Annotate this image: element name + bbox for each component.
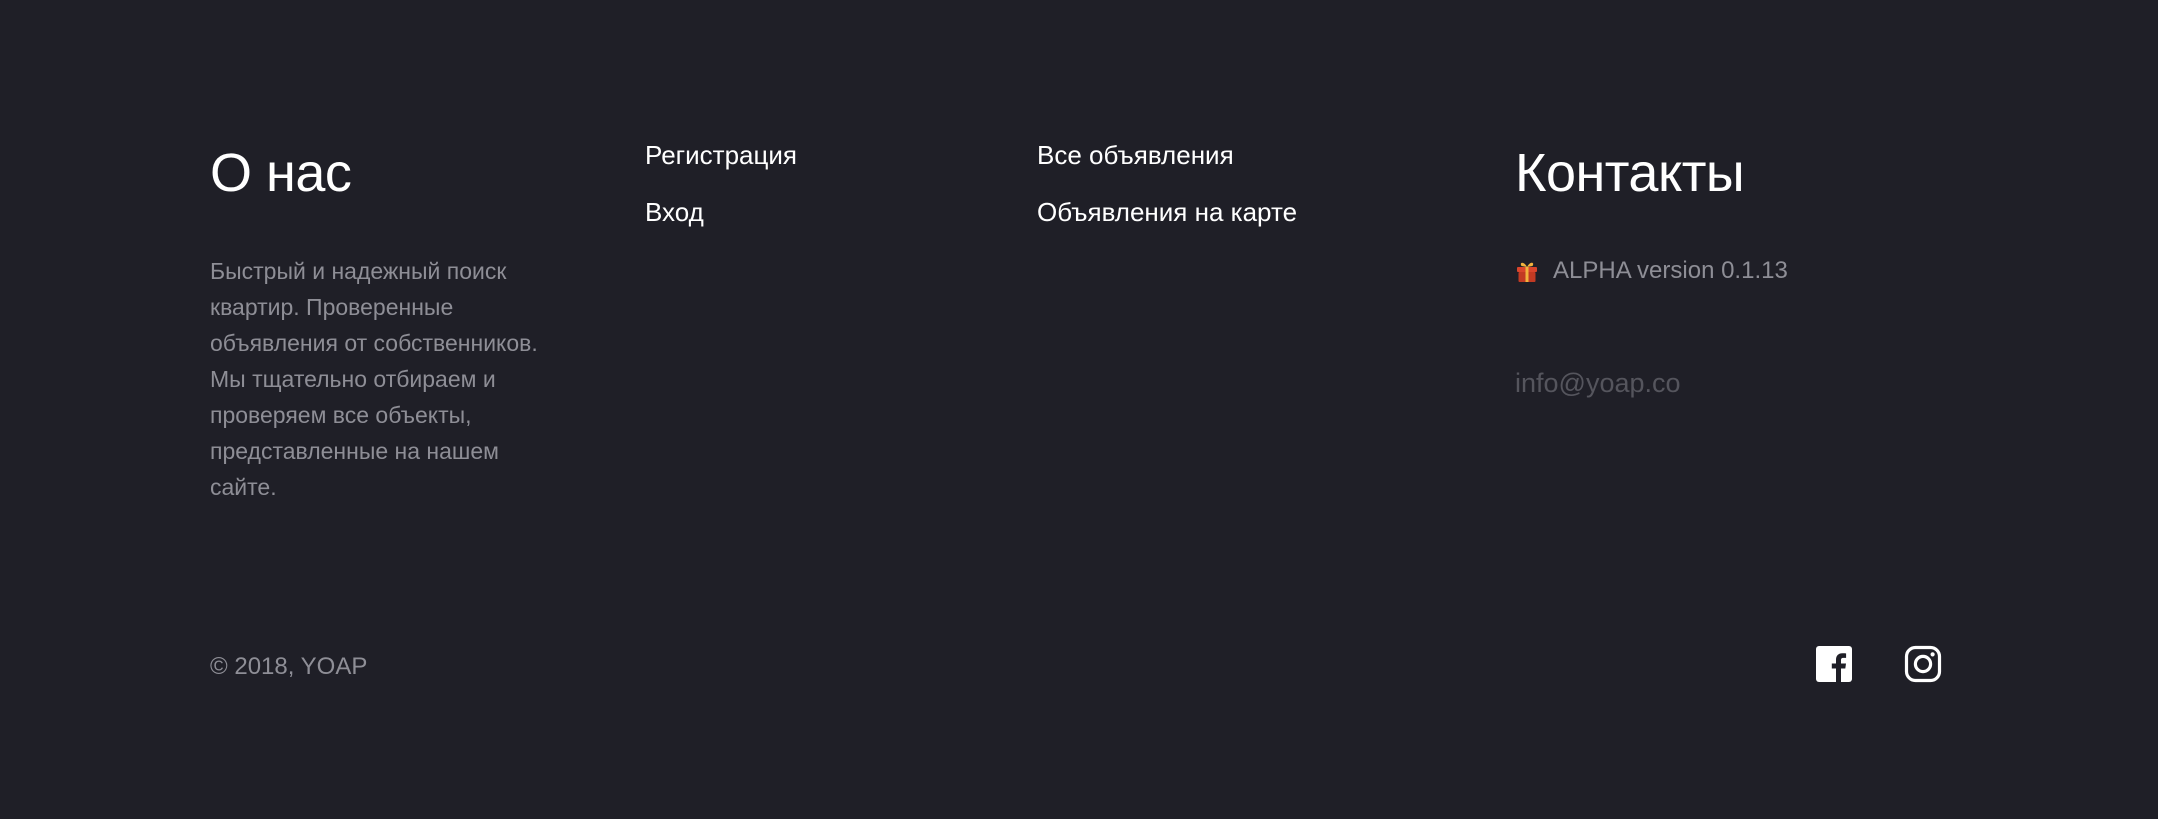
listings-nav: Все объявления Объявления на карте [1037, 138, 1297, 252]
nav-item-login: Вход [645, 195, 797, 252]
gift-icon [1515, 259, 1539, 283]
copyright: © 2018, YOAP [210, 653, 368, 680]
contacts-title: Контакты [1515, 143, 1745, 203]
facebook-icon [1814, 646, 1854, 688]
nav-item-map-listings: Объявления на карте [1037, 195, 1297, 252]
email-link[interactable]: info@yoap.co [1515, 365, 1681, 401]
register-link[interactable]: Регистрация [645, 138, 797, 172]
facebook-link[interactable] [1814, 644, 1854, 684]
version-label: ALPHA version 0.1.13 [1553, 257, 1788, 284]
nav-item-register: Регистрация [645, 138, 797, 195]
version-info: ALPHA version 0.1.13 [1515, 254, 1788, 288]
about-description: Быстрый и надежный поиск квартир. Провер… [210, 258, 538, 500]
nav-item-all-listings: Все объявления [1037, 138, 1297, 195]
login-link[interactable]: Вход [645, 195, 704, 229]
map-listings-link[interactable]: Объявления на карте [1037, 195, 1297, 229]
site-footer: О нас Быстрый и надежный поиск квартир. … [0, 0, 2158, 819]
instagram-icon [1903, 645, 1943, 688]
instagram-link[interactable] [1903, 644, 1943, 684]
about-title: О нас [210, 143, 352, 203]
all-listings-link[interactable]: Все объявления [1037, 138, 1234, 172]
account-nav: Регистрация Вход [645, 138, 797, 252]
